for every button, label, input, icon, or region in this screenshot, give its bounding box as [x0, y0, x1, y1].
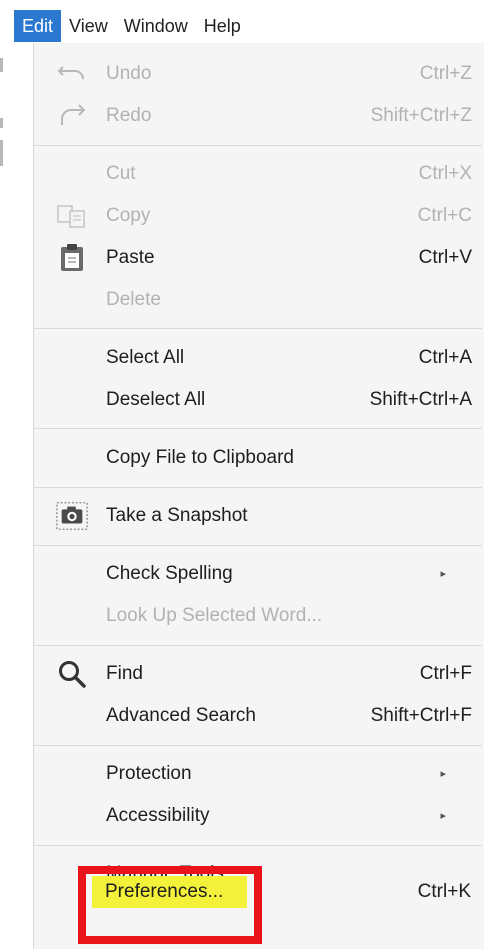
accessibility-label: Accessibility [106, 805, 210, 826]
cut-shortcut: Ctrl+X [418, 163, 472, 184]
select-all-label: Select All [106, 347, 185, 368]
search-icon [56, 659, 88, 689]
advanced-search-label: Advanced Search [106, 705, 256, 726]
menu-item-copy-file[interactable]: Copy File to Clipboard [34, 437, 482, 479]
menu-item-find[interactable]: Find Ctrl+F [34, 653, 482, 695]
select-all-shortcut: Ctrl+A [418, 347, 472, 368]
menu-item-copy[interactable]: Copy Ctrl+C [34, 195, 482, 237]
annotation-box [78, 866, 262, 944]
delete-label: Delete [106, 289, 161, 310]
copy-shortcut: Ctrl+C [417, 205, 472, 226]
menu-separator [34, 645, 482, 646]
menu-edit[interactable]: Edit [14, 10, 62, 42]
menu-separator [34, 487, 482, 488]
menu-item-redo[interactable]: Redo Shift+Ctrl+Z [34, 95, 482, 137]
preferences-shortcut: Ctrl+K [417, 881, 471, 902]
menu-item-undo[interactable]: Undo Ctrl+Z [34, 53, 482, 95]
menu-separator [34, 328, 482, 329]
submenu-arrow-icon: ▸ [440, 768, 446, 780]
redo-icon [56, 101, 88, 131]
copy-label: Copy [106, 205, 151, 226]
deselect-all-shortcut: Shift+Ctrl+A [369, 389, 472, 410]
menu-item-accessibility[interactable]: Accessibility ▸ [34, 795, 482, 837]
submenu-arrow-icon: ▸ [440, 810, 446, 822]
advanced-search-shortcut: Shift+Ctrl+F [370, 705, 472, 726]
deselect-all-label: Deselect All [106, 389, 206, 410]
menu-item-protection[interactable]: Protection ▸ [34, 753, 482, 795]
submenu-arrow-icon: ▸ [440, 568, 446, 580]
copy-icon [56, 201, 88, 231]
menu-separator [34, 428, 482, 429]
window-edge [0, 58, 3, 72]
cut-label: Cut [106, 163, 136, 184]
find-label: Find [106, 663, 143, 684]
window-edge [0, 140, 3, 166]
menu-item-check-spelling[interactable]: Check Spelling ▸ [34, 553, 482, 595]
menu-item-select-all[interactable]: Select All Ctrl+A [34, 337, 482, 379]
menu-separator [34, 845, 482, 846]
check-spelling-label: Check Spelling [106, 563, 233, 584]
paste-label: Paste [106, 247, 155, 268]
camera-icon [56, 501, 88, 531]
look-up-label: Look Up Selected Word... [106, 605, 323, 626]
undo-shortcut: Ctrl+Z [419, 63, 472, 84]
menu-item-deselect-all[interactable]: Deselect All Shift+Ctrl+A [34, 379, 482, 421]
menu-item-delete[interactable]: Delete [34, 279, 482, 321]
menu-item-advanced-search[interactable]: Advanced Search Shift+Ctrl+F [34, 695, 482, 737]
window-edge [0, 118, 3, 128]
snapshot-label: Take a Snapshot [106, 505, 248, 526]
menu-separator [34, 545, 482, 546]
menu-view[interactable]: View [61, 10, 116, 42]
menu-bar: Edit View Window Help [14, 10, 249, 42]
copy-file-label: Copy File to Clipboard [106, 447, 294, 468]
menu-separator [34, 745, 482, 746]
screenshot-root: Edit View Window Help Undo Ctrl+Z Redo S… [0, 0, 484, 949]
find-shortcut: Ctrl+F [419, 663, 472, 684]
undo-icon [56, 59, 88, 89]
edit-menu-dropdown: Undo Ctrl+Z Redo Shift+Ctrl+Z Cut Ctrl+X [33, 43, 484, 949]
menu-separator [34, 145, 482, 146]
redo-label: Redo [106, 105, 152, 126]
paste-shortcut: Ctrl+V [418, 247, 472, 268]
menu-item-snapshot[interactable]: Take a Snapshot [34, 495, 482, 537]
menu-item-paste[interactable]: Paste Ctrl+V [34, 237, 482, 279]
menu-item-look-up-word[interactable]: Look Up Selected Word... [34, 595, 482, 637]
menu-window[interactable]: Window [116, 10, 196, 42]
menu-item-cut[interactable]: Cut Ctrl+X [34, 153, 482, 195]
clipboard-icon [56, 243, 88, 273]
redo-shortcut: Shift+Ctrl+Z [370, 105, 472, 126]
undo-label: Undo [106, 63, 152, 84]
protection-label: Protection [106, 763, 192, 784]
menu-help[interactable]: Help [196, 10, 249, 42]
